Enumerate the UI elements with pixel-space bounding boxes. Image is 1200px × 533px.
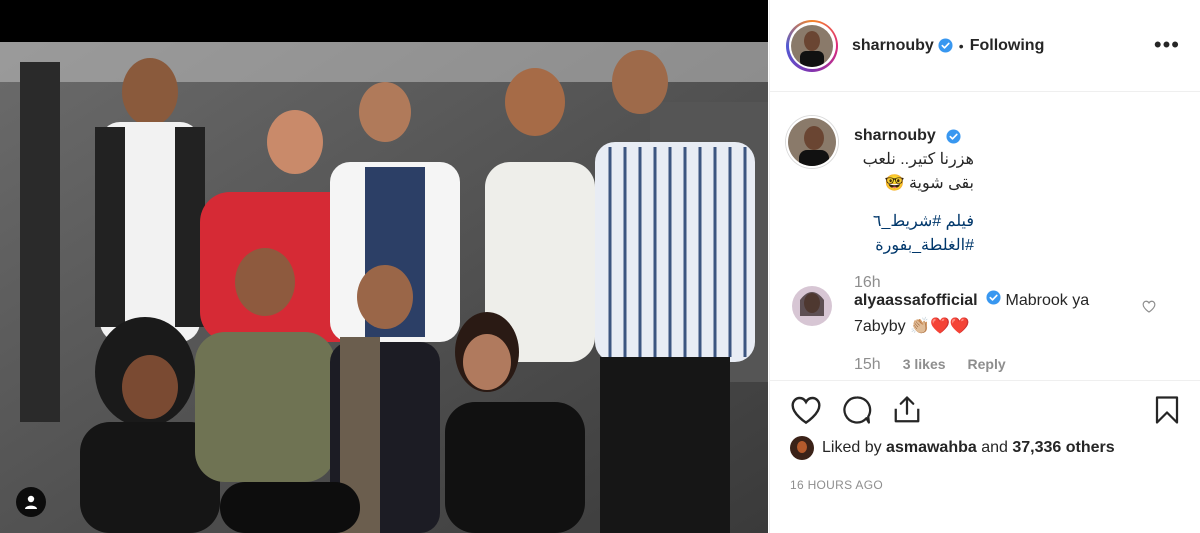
header-username-text[interactable]: sharnouby — [852, 37, 934, 55]
likes-summary: Liked by asmawahba and 37,336 others — [790, 436, 1115, 460]
post-photo[interactable] — [0, 42, 768, 533]
bookmark-icon[interactable] — [1154, 395, 1180, 425]
comments-list: sharnouby هزرنا كتير.. نلعب بقى شوية 🤓 ف… — [770, 100, 1200, 380]
verified-icon — [938, 38, 953, 53]
caption-avatar[interactable] — [786, 116, 838, 168]
more-icon[interactable]: ••• — [1154, 34, 1180, 56]
likes-user[interactable]: asmawahba — [886, 439, 977, 457]
header-separator: • — [958, 37, 964, 54]
likes-prefix: Liked by — [822, 439, 882, 456]
verified-icon — [946, 128, 961, 144]
likes-count[interactable]: 37,336 others — [1012, 439, 1114, 457]
comment-icon[interactable] — [842, 395, 872, 425]
comment-text-block: alyaassafofficial Mabrook ya 7abyby 👏🏼❤️… — [854, 288, 1104, 340]
post-dialog: sharnouby • Following ••• sharnouby هزرن… — [0, 0, 1200, 533]
post-media-area — [0, 0, 768, 533]
following-button[interactable]: Following — [970, 37, 1045, 55]
caption-text-block: sharnouby هزرنا كتير.. نلعب بقى شوية 🤓 ف… — [854, 124, 1154, 258]
likes-middle: and — [981, 439, 1008, 456]
caption-hashtag-2[interactable]: #الغلطة_بفورة — [854, 234, 974, 258]
tag-people-button[interactable] — [16, 487, 46, 517]
heart-icon[interactable] — [790, 395, 822, 425]
comment-avatar[interactable] — [792, 286, 832, 326]
comment-username[interactable]: alyaassafofficial — [854, 292, 978, 309]
action-bar — [770, 380, 1200, 440]
caption-body: هزرنا كتير.. نلعب بقى شوية 🤓 — [862, 151, 974, 192]
caption-username[interactable]: sharnouby — [854, 124, 936, 148]
header-username[interactable]: sharnouby — [852, 37, 953, 55]
caption-hashtag-1[interactable]: فيلم #شريط_٦ — [854, 210, 974, 234]
reply-button[interactable]: Reply — [968, 356, 1006, 372]
tag-people-icon — [25, 495, 37, 509]
post-header: sharnouby • Following ••• — [770, 0, 1200, 92]
comment-time[interactable]: 15h — [854, 356, 881, 374]
share-icon[interactable] — [892, 395, 922, 425]
comment-likes[interactable]: 3 likes — [903, 356, 946, 372]
comment-like-icon[interactable] — [1142, 300, 1156, 313]
post-side-panel: sharnouby • Following ••• sharnouby هزرن… — [769, 0, 1200, 533]
verified-icon — [986, 290, 1001, 305]
post-timestamp[interactable]: 16 HOURS AGO — [790, 478, 883, 492]
liker-avatar[interactable] — [790, 436, 814, 460]
comment-meta: 15h 3 likes Reply — [854, 356, 1006, 374]
header-avatar[interactable] — [786, 19, 838, 72]
